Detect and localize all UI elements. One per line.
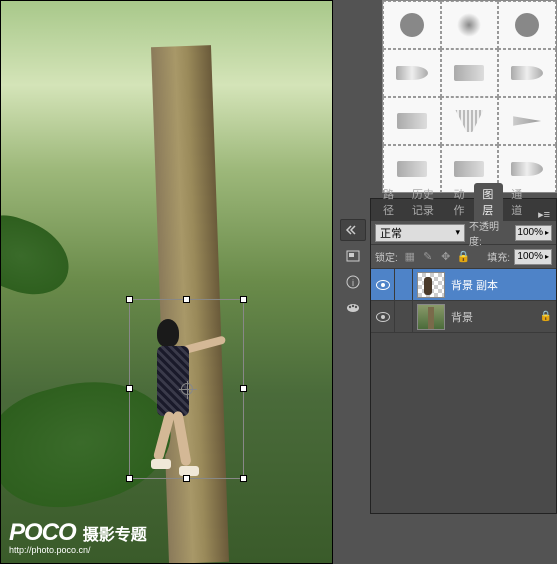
watermark-url: http://photo.poco.cn/ bbox=[9, 545, 147, 555]
panel-tab-bar: 路径 历史记录 动作 图层 通道 ▸≡ bbox=[371, 199, 556, 221]
lock-pixels-icon[interactable]: ✎ bbox=[420, 249, 436, 265]
transform-handle-bottom-left[interactable] bbox=[126, 475, 133, 482]
opacity-label: 不透明度: bbox=[469, 218, 511, 248]
transform-handle-top-right[interactable] bbox=[240, 296, 247, 303]
blend-opacity-row: 正常 不透明度: 100% bbox=[371, 221, 556, 245]
opacity-value: 100% bbox=[517, 227, 543, 238]
swatches-panel-icon[interactable] bbox=[340, 297, 366, 319]
layer-visibility-toggle[interactable] bbox=[371, 269, 395, 300]
brush-preset-hard-round-2[interactable] bbox=[498, 1, 556, 49]
lock-buttons: ▦ ✎ ✥ 🔒 bbox=[402, 249, 472, 265]
tab-paths[interactable]: 路径 bbox=[375, 183, 404, 221]
layers-panel: 路径 历史记录 动作 图层 通道 ▸≡ 正常 不透明度: 100% 锁定: ▦ … bbox=[370, 198, 557, 514]
fill-input[interactable]: 100% bbox=[514, 249, 552, 265]
layer-thumbnail[interactable] bbox=[417, 304, 445, 330]
document-window: POCO 摄影专题 http://photo.poco.cn/ bbox=[0, 0, 333, 564]
transform-handle-top-left[interactable] bbox=[126, 296, 133, 303]
layer-list-empty-area[interactable] bbox=[371, 333, 556, 513]
brush-preset-cone[interactable] bbox=[498, 97, 556, 145]
layer-link-column[interactable] bbox=[395, 301, 413, 332]
transform-handle-middle-right[interactable] bbox=[240, 385, 247, 392]
lock-label: 锁定: bbox=[375, 249, 398, 264]
transform-center-point[interactable] bbox=[181, 383, 193, 395]
brush-preset-soft-round[interactable] bbox=[441, 1, 499, 49]
blend-mode-select[interactable]: 正常 bbox=[375, 224, 465, 242]
tab-layers[interactable]: 图层 bbox=[474, 183, 503, 221]
lock-transparency-icon[interactable]: ▦ bbox=[402, 249, 418, 265]
opacity-input[interactable]: 100% bbox=[515, 225, 552, 241]
layer-name[interactable]: 背景 bbox=[449, 309, 536, 325]
tab-history[interactable]: 历史记录 bbox=[404, 183, 446, 221]
transform-handle-middle-left[interactable] bbox=[126, 385, 133, 392]
navigator-panel-icon[interactable] bbox=[340, 245, 366, 267]
fill-label: 填充: bbox=[487, 249, 510, 264]
info-panel-icon[interactable]: i bbox=[340, 271, 366, 293]
panel-menu-button[interactable]: ▸≡ bbox=[532, 208, 556, 221]
watermark: POCO 摄影专题 http://photo.poco.cn/ bbox=[9, 519, 147, 555]
canvas[interactable]: POCO 摄影专题 http://photo.poco.cn/ bbox=[1, 1, 332, 563]
collapsed-panel-dock: i bbox=[338, 215, 368, 323]
lock-fill-row: 锁定: ▦ ✎ ✥ 🔒 填充: 100% bbox=[371, 245, 556, 269]
brush-presets-panel bbox=[382, 0, 557, 193]
watermark-logo: POCO bbox=[9, 519, 76, 547]
expand-dock-button[interactable] bbox=[340, 219, 366, 241]
blend-mode-value: 正常 bbox=[380, 225, 402, 241]
watermark-text: 摄影专题 bbox=[83, 521, 147, 545]
fill-value: 100% bbox=[517, 251, 543, 262]
transform-handle-top-center[interactable] bbox=[183, 296, 190, 303]
lock-all-icon[interactable]: 🔒 bbox=[456, 249, 472, 265]
brush-preset-round-tip[interactable] bbox=[498, 49, 556, 97]
layer-row[interactable]: 背景 副本 bbox=[371, 269, 556, 301]
brush-preset-flat-angle[interactable] bbox=[383, 97, 441, 145]
svg-text:i: i bbox=[352, 278, 354, 288]
brush-preset-hard-round[interactable] bbox=[383, 1, 441, 49]
lock-position-icon[interactable]: ✥ bbox=[438, 249, 454, 265]
transform-handle-bottom-center[interactable] bbox=[183, 475, 190, 482]
tab-actions[interactable]: 动作 bbox=[446, 183, 475, 221]
lock-icon: 🔒 bbox=[536, 311, 556, 322]
layer-thumbnail[interactable] bbox=[417, 272, 445, 298]
free-transform-bounding-box[interactable] bbox=[129, 299, 244, 479]
brush-preset-chisel[interactable] bbox=[383, 49, 441, 97]
layer-name[interactable]: 背景 副本 bbox=[449, 277, 556, 293]
brush-preset-fan[interactable] bbox=[441, 97, 499, 145]
eye-icon bbox=[376, 280, 390, 290]
layer-list: 背景 副本 背景 🔒 bbox=[371, 269, 556, 513]
brush-preset-flat[interactable] bbox=[441, 49, 499, 97]
eye-icon bbox=[376, 312, 390, 322]
tab-channels[interactable]: 通道 bbox=[503, 183, 532, 221]
layer-link-column[interactable] bbox=[395, 269, 413, 300]
layer-row[interactable]: 背景 🔒 bbox=[371, 301, 556, 333]
layer-visibility-toggle[interactable] bbox=[371, 301, 395, 332]
transform-handle-bottom-right[interactable] bbox=[240, 475, 247, 482]
